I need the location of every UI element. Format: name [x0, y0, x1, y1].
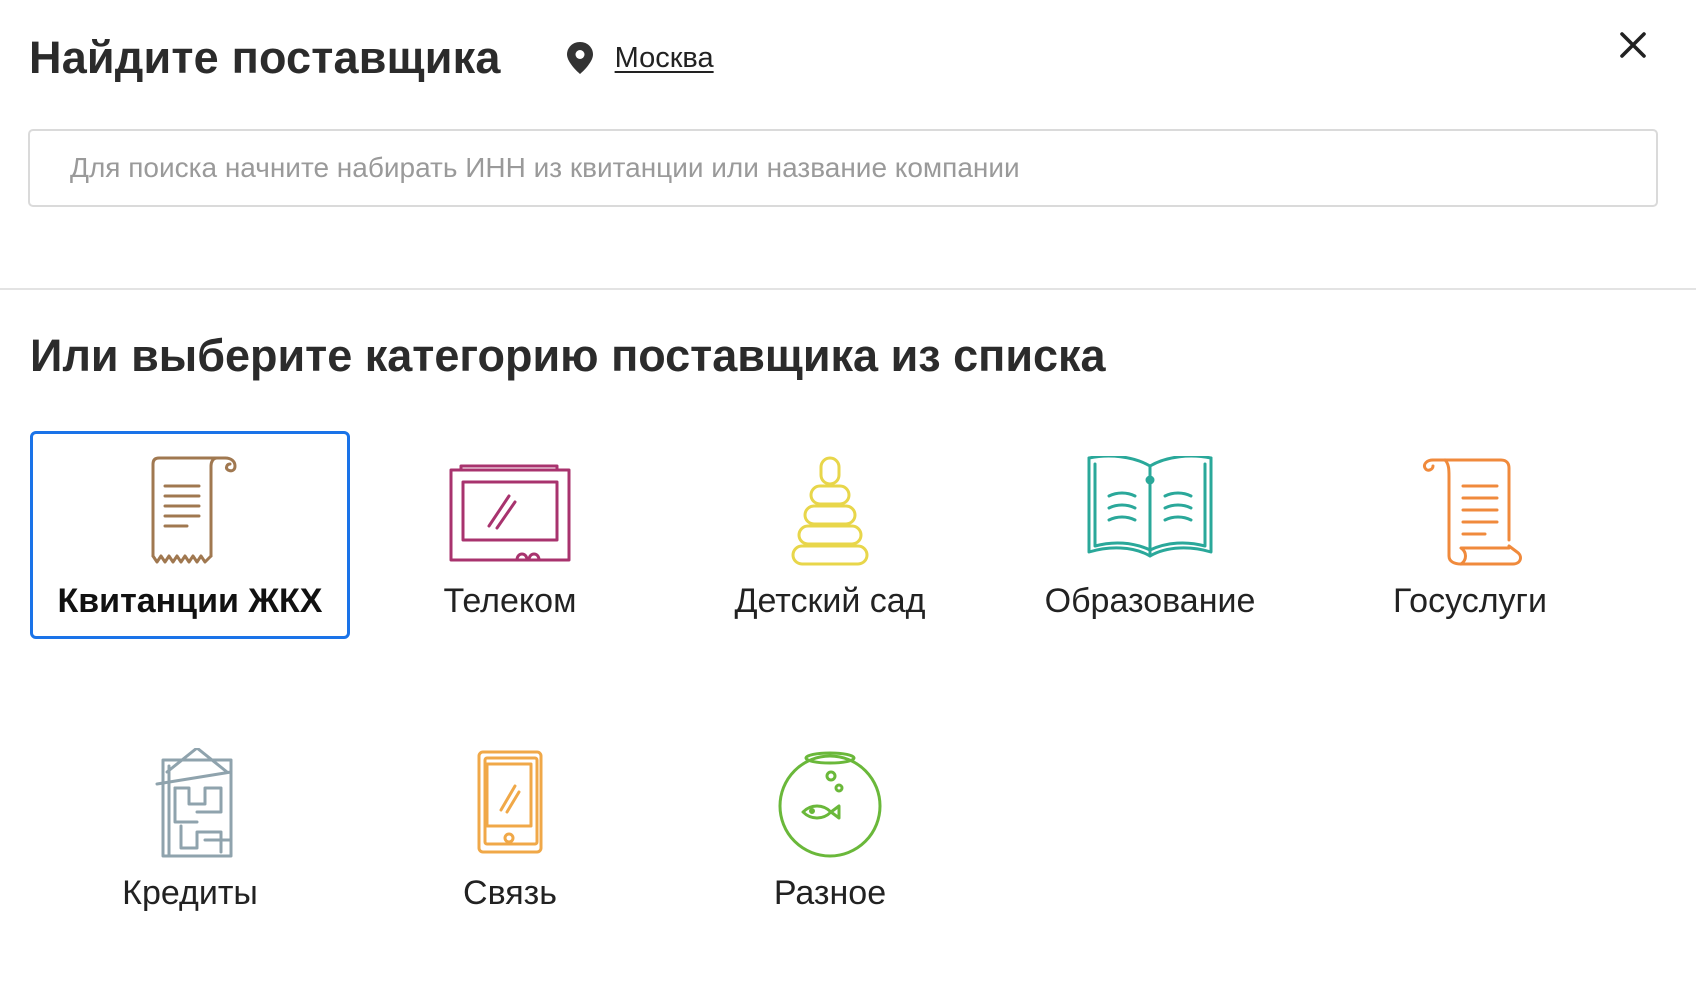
category-label: Разное [773, 874, 887, 912]
page-title: Найдите поставщика [29, 32, 501, 83]
search-input[interactable] [30, 131, 1656, 205]
category-label: Образование [1044, 582, 1256, 620]
building-icon [155, 748, 233, 858]
category-utilities[interactable]: Квитанции ЖКХ [30, 431, 350, 639]
receipt-icon [151, 456, 237, 564]
open-book-icon [1087, 456, 1213, 558]
fishbowl-icon [778, 751, 882, 858]
tv-icon [449, 464, 571, 562]
city-link[interactable]: Москва [615, 42, 714, 75]
tablet-icon [477, 750, 543, 854]
category-telecom[interactable]: Телеком [350, 431, 670, 639]
location-pin-icon [566, 42, 593, 74]
category-label: Кредиты [122, 874, 258, 912]
category-kindergarten[interactable]: Детский сад [670, 431, 990, 639]
category-label: Госуслуги [1393, 582, 1547, 620]
category-label: Связь [463, 874, 557, 912]
category-label: Телеком [443, 582, 577, 620]
close-icon[interactable] [1618, 30, 1648, 60]
category-label: Квитанции ЖКХ [57, 582, 323, 620]
pyramid-toy-icon [791, 456, 869, 566]
city-selector[interactable]: Москва [565, 41, 714, 75]
search-field[interactable] [28, 129, 1658, 207]
modal-header: Найдите поставщика Москва [29, 28, 714, 88]
section-title: Или выберите категорию поставщика из спи… [30, 330, 1106, 381]
category-gosuslugi[interactable]: Госуслуги [1310, 431, 1630, 639]
category-misc[interactable]: Разное [670, 723, 990, 931]
supplier-search-modal: Найдите поставщика Москва Или выберите к… [0, 0, 1696, 984]
category-credits[interactable]: Кредиты [30, 723, 350, 931]
category-education[interactable]: Образование [990, 431, 1310, 639]
divider [0, 288, 1696, 290]
category-label: Детский сад [734, 582, 926, 620]
category-communication[interactable]: Связь [350, 723, 670, 931]
scroll-icon [1423, 458, 1522, 566]
